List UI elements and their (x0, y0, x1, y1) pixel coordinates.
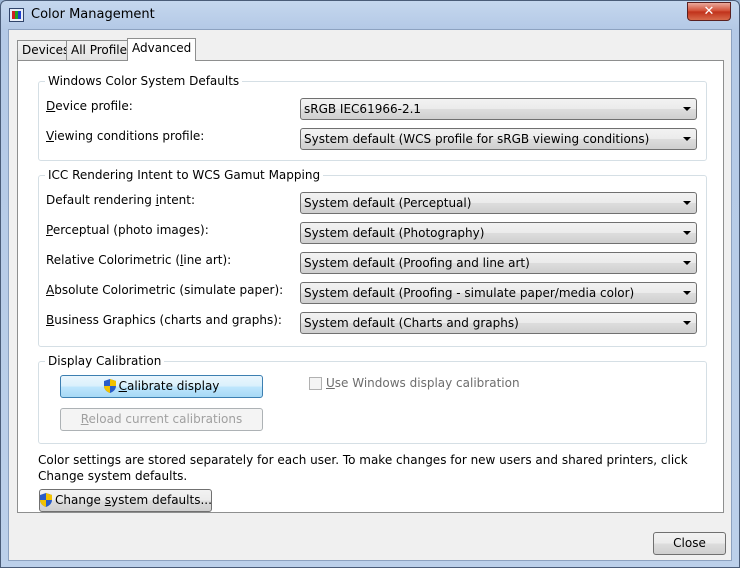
label-text: usiness Graphics (charts and graphs): (54, 313, 282, 327)
absolute-colorimetric-select[interactable]: System default (Proofing - simulate pape… (300, 282, 697, 304)
reload-label: eload current calibrations (88, 412, 243, 426)
default-rendering-intent-select[interactable]: System default (Perceptual) (300, 192, 697, 214)
device-profile-label: Device profile: (46, 99, 133, 114)
select-value: System default (Photography) (304, 226, 485, 240)
select-value: System default (Charts and graphs) (304, 316, 519, 330)
viewing-conditions-label-accel: V (46, 129, 54, 143)
display-calibration-title: Display Calibration (45, 354, 165, 368)
dialog-client-area: Devices All Profiles Advanced Windows Co… (8, 29, 732, 561)
viewing-conditions-value: System default (WCS profile for sRGB vie… (304, 132, 650, 146)
change-system-defaults-button[interactable]: Change system defaults... (39, 489, 212, 512)
calibrate-display-button[interactable]: Calibrate display (60, 375, 263, 398)
use-windows-calibration-label: Use Windows display calibration (326, 376, 520, 390)
device-profile-label-text: evice profile: (55, 99, 133, 113)
change-defaults-text: Change (55, 493, 105, 507)
label-text: bsolute Colorimetric (simulate paper): (54, 283, 284, 297)
relative-colorimetric-label: Relative Colorimetric (line art): (46, 253, 231, 268)
select-value: System default (Proofing - simulate pape… (304, 286, 635, 300)
select-value: System default (Perceptual) (304, 196, 472, 210)
calibrate-accel: C (118, 379, 127, 393)
absolute-colorimetric-label: Absolute Colorimetric (simulate paper): (46, 283, 283, 298)
uac-shield-icon (103, 379, 116, 393)
label-accel: P (46, 223, 53, 237)
use-windows-calibration-text: se Windows display calibration (334, 376, 520, 390)
wcs-defaults-group: Windows Color System Defaults Device pro… (38, 74, 707, 161)
uac-shield-icon (40, 493, 52, 507)
wcs-defaults-title: Windows Color System Defaults (45, 74, 243, 88)
tab-advanced[interactable]: Advanced (127, 38, 197, 61)
chevron-down-icon (683, 261, 691, 265)
chevron-down-icon (683, 231, 691, 235)
business-graphics-label: Business Graphics (charts and graphs): (46, 313, 282, 328)
chevron-down-icon (683, 291, 691, 295)
change-defaults-text: ystem defaults... (111, 493, 212, 507)
icc-mapping-title: ICC Rendering Intent to WCS Gamut Mappin… (45, 168, 324, 182)
info-text: Color settings are stored separately for… (38, 453, 688, 483)
calibrate-label: alibrate display (126, 379, 220, 393)
use-windows-calibration-checkbox[interactable] (309, 377, 322, 390)
window-title: Color Management (31, 7, 155, 22)
default-rendering-intent-label: Default rendering intent: (46, 193, 195, 208)
label-text: ntent: (158, 193, 196, 207)
label-accel: B (46, 313, 55, 327)
business-graphics-select[interactable]: System default (Charts and graphs) (300, 312, 697, 334)
chevron-down-icon (683, 321, 691, 325)
device-profile-value: sRGB IEC61966-2.1 (304, 102, 422, 116)
title-bar[interactable]: Color Management ✕ (1, 1, 739, 29)
chevron-down-icon (683, 107, 691, 111)
label-text: Default rendering (46, 193, 156, 207)
color-management-app-icon (9, 8, 24, 22)
relative-colorimetric-select[interactable]: System default (Proofing and line art) (300, 252, 697, 274)
label-text: ine art): (183, 253, 232, 267)
use-windows-calibration-accel: U (326, 376, 335, 390)
reload-calibrations-button[interactable]: Reload current calibrations (60, 408, 263, 431)
viewing-conditions-select[interactable]: System default (WCS profile for sRGB vie… (300, 128, 697, 150)
color-management-window: Color Management ✕ Devices All Profiles … (0, 0, 740, 568)
device-profile-label-accel: D (46, 99, 56, 113)
window-close-button[interactable]: ✕ (687, 2, 731, 21)
close-button[interactable]: Close (653, 532, 726, 555)
label-text: erceptual (photo images): (52, 223, 209, 237)
reload-accel: R (80, 412, 89, 426)
viewing-conditions-label: Viewing conditions profile: (46, 129, 204, 144)
perceptual-label: Perceptual (photo images): (46, 223, 209, 238)
perceptual-select[interactable]: System default (Photography) (300, 222, 697, 244)
display-calibration-group: Display Calibration Calibrate display Us… (38, 354, 707, 444)
select-value: System default (Proofing and line art) (304, 256, 530, 270)
viewing-conditions-label-text: iewing conditions profile: (53, 129, 205, 143)
label-text: Relative Colorimetric ( (46, 253, 181, 267)
advanced-tab-panel: Windows Color System Defaults Device pro… (17, 60, 724, 513)
icc-mapping-group: ICC Rendering Intent to WCS Gamut Mappin… (38, 168, 707, 347)
chevron-down-icon (683, 137, 691, 141)
chevron-down-icon (683, 201, 691, 205)
label-accel: A (46, 283, 55, 297)
device-profile-select[interactable]: sRGB IEC61966-2.1 (300, 98, 697, 120)
